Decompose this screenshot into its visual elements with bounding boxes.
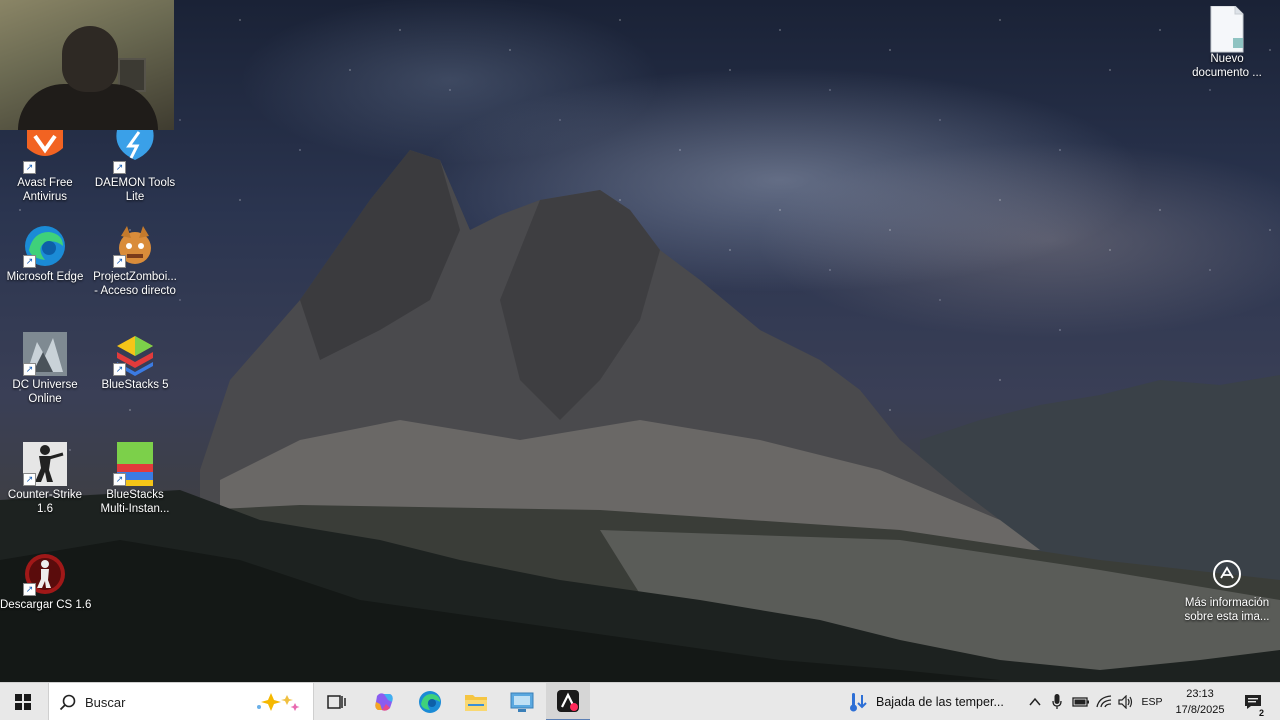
icon-label: DAEMON Tools Lite: [94, 177, 176, 203]
avast-icon: ↗: [23, 130, 67, 174]
icon-label: Descargar CS 1.6: [0, 599, 92, 611]
battery-button[interactable]: [1070, 683, 1092, 720]
webcam-overlay: [0, 0, 174, 130]
taskbar-search-box[interactable]: Buscar: [48, 683, 314, 720]
taskbar: Buscar Bajada de las temper... ESP 23:13…: [0, 682, 1280, 720]
desktop-icon-avast[interactable]: ↗ Avast Free Antivirus: [0, 130, 90, 204]
icon-label: Nuevo documento ...: [1192, 53, 1262, 79]
wifi-button[interactable]: [1094, 683, 1114, 720]
notification-count: 2: [1258, 708, 1264, 718]
battery-charging-icon: [1072, 697, 1089, 707]
volume-button[interactable]: [1116, 683, 1136, 720]
shortcut-arrow-icon: ↗: [23, 473, 36, 486]
windows-logo-icon: [15, 694, 31, 710]
icon-label: BlueStacks Multi-Instan...: [100, 489, 170, 515]
task-view-icon: [327, 695, 346, 709]
shortcut-arrow-icon: ↗: [113, 161, 126, 174]
wifi-icon: [1096, 695, 1112, 708]
desktop-icon-dc-universe[interactable]: ↗ DC Universe Online: [0, 332, 90, 406]
taskbar-clock[interactable]: 23:13 17/8/2025: [1168, 686, 1232, 718]
icon-label: ProjectZomboi... - Acceso directo: [93, 271, 177, 297]
start-button[interactable]: [0, 683, 46, 720]
icon-label: Avast Free Antivirus: [17, 177, 73, 203]
task-view-button[interactable]: [314, 683, 358, 720]
creative-app-icon: [557, 690, 579, 712]
monitor-app-icon: [510, 692, 534, 712]
person-head: [62, 26, 118, 92]
notification-center-button[interactable]: 2: [1238, 683, 1268, 720]
weather-text: Bajada de las temper...: [876, 695, 1004, 709]
desktop-icon-descargar-cs[interactable]: ↗ Descargar CS 1.6: [0, 552, 92, 612]
bluestacks-multi-icon: ↗: [113, 442, 157, 486]
clock-time: 23:13: [1186, 688, 1214, 700]
file-explorer-icon: [465, 695, 487, 711]
desktop-icon-nuevo-documento[interactable]: Nuevo documento ...: [1182, 5, 1272, 80]
show-hidden-icons-button[interactable]: [1026, 683, 1044, 720]
shortcut-arrow-icon: ↗: [113, 363, 126, 376]
microphone-button[interactable]: [1048, 683, 1066, 720]
shortcut-arrow-icon: ↗: [23, 363, 36, 376]
file-explorer-button[interactable]: [454, 683, 498, 720]
shortcut-arrow-icon: ↗: [23, 583, 36, 596]
mountain-landscape: [0, 150, 1280, 690]
microphone-icon: [1052, 694, 1062, 709]
edge-icon: [419, 691, 441, 713]
creative-app-button[interactable]: [546, 683, 590, 720]
camera-info-icon: [1213, 560, 1241, 588]
dc-universe-icon: ↗: [23, 332, 67, 376]
language-label: ESP: [1141, 696, 1163, 708]
shortcut-arrow-icon: ↗: [113, 255, 126, 268]
temperature-down-icon: [850, 693, 867, 712]
daemon-tools-icon: ↗: [113, 130, 157, 174]
shortcut-arrow-icon: ↗: [113, 473, 126, 486]
copilot-icon: [375, 693, 393, 711]
desktop-icon-project-zomboid[interactable]: ↗ ProjectZomboi... - Acceso directo: [90, 224, 180, 298]
taskbar-edge-button[interactable]: [408, 683, 452, 720]
shortcut-arrow-icon: ↗: [23, 255, 36, 268]
document-icon: [1205, 5, 1249, 53]
icon-label: DC Universe Online: [12, 379, 78, 405]
shortcut-arrow-icon: ↗: [23, 161, 36, 174]
descargar-cs-icon: ↗: [23, 552, 67, 596]
desktop-icon-counter-strike[interactable]: ↗ Counter-Strike 1.6: [0, 442, 90, 516]
chevron-up-icon: [1029, 697, 1041, 706]
desktop: ↗ Avast Free Antivirus ↗ DAEMON Tools Li…: [0, 0, 1280, 720]
icon-label: BlueStacks 5: [101, 379, 169, 391]
language-indicator[interactable]: ESP: [1138, 683, 1166, 720]
spotlight-label: Más información sobre esta ima...: [1184, 597, 1270, 623]
project-zomboid-icon: ↗: [113, 224, 157, 268]
desktop-icon-microsoft-edge[interactable]: ↗ Microsoft Edge: [0, 224, 90, 284]
edge-icon: ↗: [23, 224, 67, 268]
spotlight-info[interactable]: Más información sobre esta ima...: [1180, 558, 1274, 624]
weather-widget[interactable]: Bajada de las temper...: [848, 683, 1018, 720]
desktop-icon-daemon-tools[interactable]: ↗ DAEMON Tools Lite: [90, 130, 180, 204]
magnifier-icon: [59, 694, 76, 711]
clock-date: 17/8/2025: [1175, 704, 1225, 716]
speaker-icon: [1118, 695, 1133, 709]
icon-label: Microsoft Edge: [6, 271, 84, 283]
search-highlight-icon: [257, 693, 300, 711]
monitor-app-button[interactable]: [500, 683, 544, 720]
icon-label: Counter-Strike 1.6: [7, 489, 83, 515]
counter-strike-icon: ↗: [23, 442, 67, 486]
copilot-button[interactable]: [362, 683, 406, 720]
search-placeholder: Buscar: [85, 694, 126, 710]
desktop-icon-bluestacks-5[interactable]: ↗ BlueStacks 5: [90, 332, 180, 392]
bluestacks-icon: ↗: [113, 332, 157, 376]
desktop-icon-bluestacks-multi[interactable]: ↗ BlueStacks Multi-Instan...: [90, 442, 180, 516]
